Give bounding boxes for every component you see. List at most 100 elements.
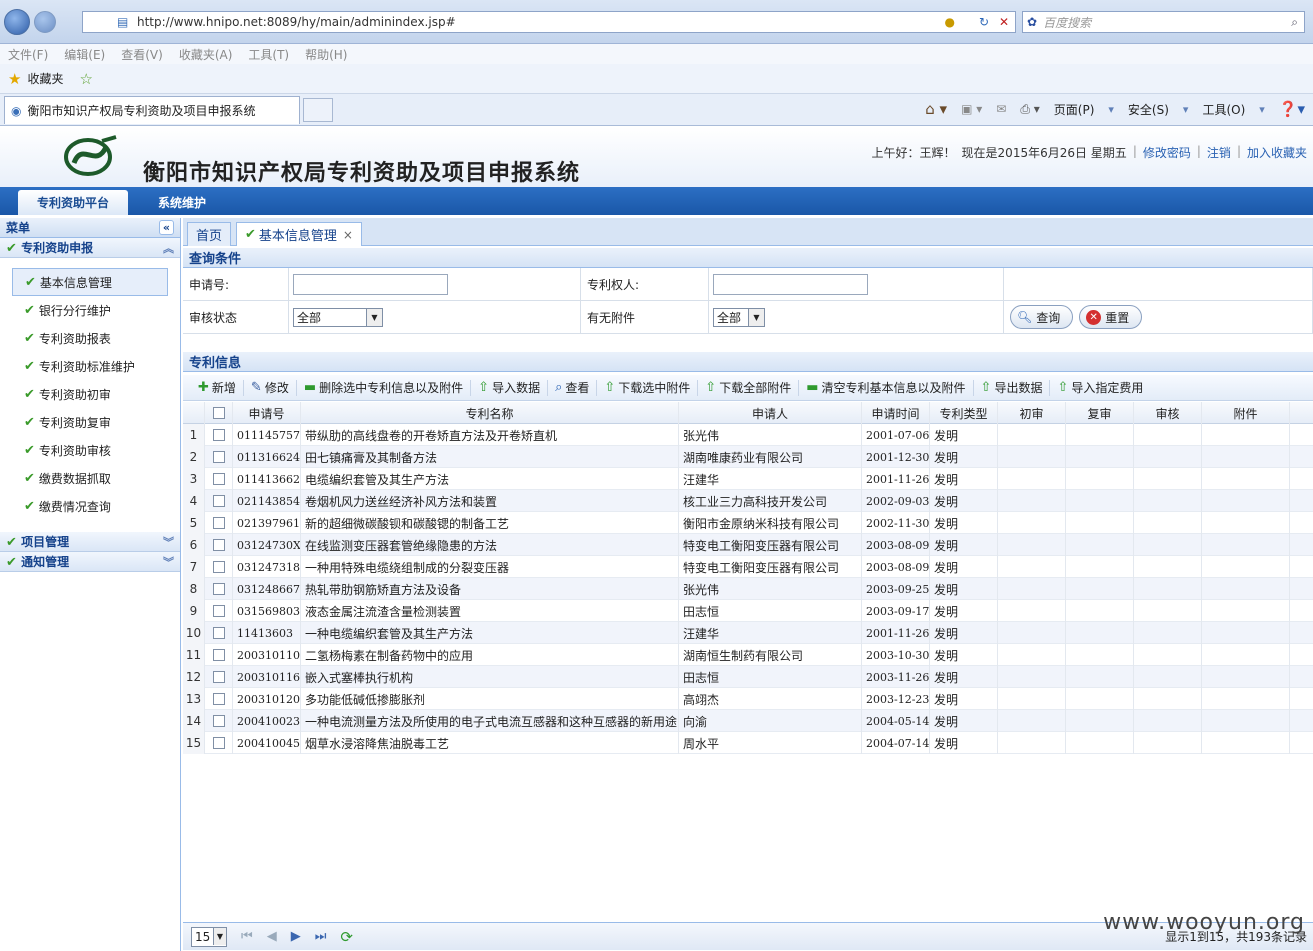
tools-menu[interactable]: 工具(O) xyxy=(1202,101,1245,118)
sidebar-group-patent[interactable]: ✔ 专利资助申报 ︽ xyxy=(0,238,180,258)
column-header[interactable]: 申请号 xyxy=(233,402,301,424)
tab-patent-platform[interactable]: 专利资助平台 xyxy=(18,190,128,215)
stop-icon[interactable]: ✕ xyxy=(999,15,1009,29)
forward-icon[interactable] xyxy=(34,11,56,33)
column-header[interactable]: 初审 xyxy=(998,402,1066,424)
owner-input[interactable] xyxy=(713,273,868,295)
chevron-down-icon[interactable]: ︾ xyxy=(163,554,174,570)
collapse-icon[interactable]: « xyxy=(158,220,174,235)
menu-help[interactable]: 帮助(H) xyxy=(305,46,347,63)
page-size-select[interactable]: 15 ▼ xyxy=(191,926,227,947)
row-checkbox[interactable] xyxy=(212,627,225,639)
prev-page-icon[interactable]: ◀ xyxy=(267,929,277,944)
menu-file[interactable]: 文件(F) xyxy=(8,46,48,63)
add-favorite-link[interactable]: 加入收藏夹 xyxy=(1247,144,1307,161)
sidebar-item-fee-query[interactable]: ✔ 缴费情况查询 xyxy=(0,492,180,520)
print-icon[interactable]: ⎙ ▾ xyxy=(1020,102,1039,117)
reset-button[interactable]: ✕ 重置 xyxy=(1079,305,1143,329)
sidebar-item-report[interactable]: ✔ 专利资助报表 xyxy=(0,324,180,352)
table-row[interactable]: 7 031247318 一种用特殊电缆绕组制成的分裂变压器 特变电工衡阳变压器有限公司… xyxy=(183,556,1313,578)
app-no-input[interactable] xyxy=(293,273,448,295)
edit-button[interactable]: ✎ 修改 xyxy=(244,379,297,396)
tab-system-maintenance[interactable]: 系统维护 xyxy=(130,190,234,215)
export-button[interactable]: ⇧ 导出数据 xyxy=(974,379,1051,396)
attach-select[interactable]: 全部 ▼ xyxy=(713,307,765,327)
row-checkbox[interactable] xyxy=(212,517,225,529)
table-row[interactable]: 5 021397961 新的超细微碳酸钡和碳酸锶的制备工艺 衡阳市金原纳米科技有限公司… xyxy=(183,512,1313,534)
first-page-icon[interactable]: ⏮ xyxy=(241,929,253,944)
clear-all-button[interactable]: ▬ 清空专利基本信息以及附件 xyxy=(799,379,974,396)
menu-favorites[interactable]: 收藏夹(A) xyxy=(179,46,233,63)
sidebar-item-bank[interactable]: ✔ 银行分行维护 xyxy=(0,296,180,324)
row-checkbox[interactable] xyxy=(212,671,225,683)
sidebar-item-fee-fetch[interactable]: ✔ 缴费数据抓取 xyxy=(0,464,180,492)
new-tab-button[interactable] xyxy=(303,98,333,122)
column-header[interactable]: 申请时间 xyxy=(862,402,930,424)
tab-home[interactable]: 首页 xyxy=(187,222,232,246)
safety-menu[interactable]: 安全(S) xyxy=(1128,101,1169,118)
tab-basic-info[interactable]: ✔ 基本信息管理 × xyxy=(236,222,362,246)
help-icon[interactable]: ❓▾ xyxy=(1279,100,1305,118)
add-button[interactable]: ✚ 新增 xyxy=(191,379,244,396)
sidebar-group-notice[interactable]: ✔ 通知管理 ︾ xyxy=(0,552,180,572)
row-checkbox[interactable] xyxy=(212,715,225,727)
column-header[interactable]: 专利名称 xyxy=(301,402,679,424)
column-header[interactable]: 附件 xyxy=(1202,402,1290,424)
row-checkbox[interactable] xyxy=(212,693,225,705)
column-header[interactable]: 申请人 xyxy=(679,402,862,424)
table-row[interactable]: 9 031569803 液态金属注流渣含量检测装置 田志恒 2003-09-17 发明 xyxy=(183,600,1313,622)
column-header[interactable]: 专利类型 xyxy=(930,402,998,424)
browser-tab[interactable]: ◉ 衡阳市知识产权局专利资助及项目申报系统 xyxy=(4,96,300,124)
column-header[interactable]: 审核 xyxy=(1134,402,1202,424)
row-checkbox[interactable] xyxy=(212,561,225,573)
compat-icon[interactable]: ● xyxy=(945,15,955,29)
table-row[interactable]: 2 011316624 田七镇痛膏及其制备方法 湖南唯康药业有限公司 2001-12-3… xyxy=(183,446,1313,468)
close-icon[interactable]: × xyxy=(343,228,353,242)
next-page-icon[interactable]: ▶ xyxy=(291,929,301,944)
row-checkbox[interactable] xyxy=(212,451,225,463)
table-row[interactable]: 10 11413603 一种电缆编织套管及其生产方法 汪建华 2001-11-26 发明 xyxy=(183,622,1313,644)
table-row[interactable]: 3 011413662 电缆编织套管及其生产方法 汪建华 2001-11-26 发明 xyxy=(183,468,1313,490)
row-checkbox[interactable] xyxy=(212,429,225,441)
refresh-icon[interactable]: ⟳ xyxy=(340,928,353,946)
rss-icon[interactable]: ▣ ▾ xyxy=(961,102,982,116)
row-checkbox[interactable] xyxy=(212,473,225,485)
import-button[interactable]: ⇧ 导入数据 xyxy=(471,379,549,396)
import-fee-button[interactable]: ⇧ 导入指定费用 xyxy=(1050,380,1150,396)
search-input[interactable]: ✿ 百度搜索 ⌕ xyxy=(1022,11,1305,33)
row-checkbox[interactable] xyxy=(212,649,225,661)
table-row[interactable]: 13 200310120823多功能低碱低掺膨胀剂高翊杰2003-12-23发明 xyxy=(183,688,1313,710)
row-checkbox[interactable] xyxy=(212,583,225,595)
table-row[interactable]: 4 021143854 卷烟机风力送丝经济补风方法和装置 核工业三力高科技开发公司 20… xyxy=(183,490,1313,512)
search-button[interactable]: 🔍︎ 查询 xyxy=(1010,305,1074,329)
delete-selected-button[interactable]: ▬ 删除选中专利信息以及附件 xyxy=(297,379,472,396)
chevron-down-icon[interactable]: ︾ xyxy=(163,534,174,550)
table-row[interactable]: 12 200310116677嵌入式塞棒执行机构田志恒2003-11-26发明 xyxy=(183,666,1313,688)
table-row[interactable]: 15 200410045015烟草水浸溶降焦油脱毒工艺周水平2004-07-14发… xyxy=(183,732,1313,754)
menu-tools[interactable]: 工具(T) xyxy=(248,46,289,63)
menu-edit[interactable]: 编辑(E) xyxy=(64,46,105,63)
home-icon[interactable]: ⌂ ▾ xyxy=(925,100,947,118)
row-checkbox[interactable] xyxy=(212,737,225,749)
sidebar-item-second-review[interactable]: ✔ 专利资助复审 xyxy=(0,408,180,436)
row-checkbox[interactable] xyxy=(212,605,225,617)
logout-link[interactable]: 注销 xyxy=(1207,144,1231,161)
table-row[interactable]: 8 031248667 热轧带肋钢筋矫直方法及设备 张光伟 2003-09-25 发明 xyxy=(183,578,1313,600)
row-checkbox[interactable] xyxy=(212,495,225,507)
table-row[interactable]: 14 200410023208一种电流测量方法及所使用的电子式电流互感器和这种互感… xyxy=(183,710,1313,732)
sidebar-item-audit[interactable]: ✔ 专利资助审核 xyxy=(0,436,180,464)
sidebar-group-project[interactable]: ✔ 项目管理 ︾ xyxy=(0,532,180,552)
last-page-icon[interactable]: ⏭ xyxy=(315,929,327,944)
url-input[interactable]: ▤ http://www.hnipo.net:8089/hy/main/admi… xyxy=(82,11,1016,33)
menu-view[interactable]: 查看(V) xyxy=(121,46,163,63)
page-menu[interactable]: 页面(P) xyxy=(1054,101,1095,118)
table-row[interactable]: 1 011145757 带纵肋的高线盘卷的开卷矫直方法及开卷矫直机 张光伟 2001-0… xyxy=(183,424,1313,446)
column-header[interactable]: 复审 xyxy=(1066,402,1134,424)
search-icon[interactable]: ⌕ xyxy=(1291,15,1298,30)
add-favorite-icon[interactable]: ☆ xyxy=(79,70,92,88)
sidebar-item-first-review[interactable]: ✔ 专利资助初审 xyxy=(0,380,180,408)
change-password-link[interactable]: 修改密码 xyxy=(1143,144,1191,161)
download-all-button[interactable]: ⇧ 下载全部附件 xyxy=(698,379,800,396)
status-select[interactable]: 全部 ▼ xyxy=(293,307,383,327)
table-row[interactable]: 11 200310110466二氢杨梅素在制备药物中的应用湖南恒生制药有限公司20… xyxy=(183,644,1313,666)
